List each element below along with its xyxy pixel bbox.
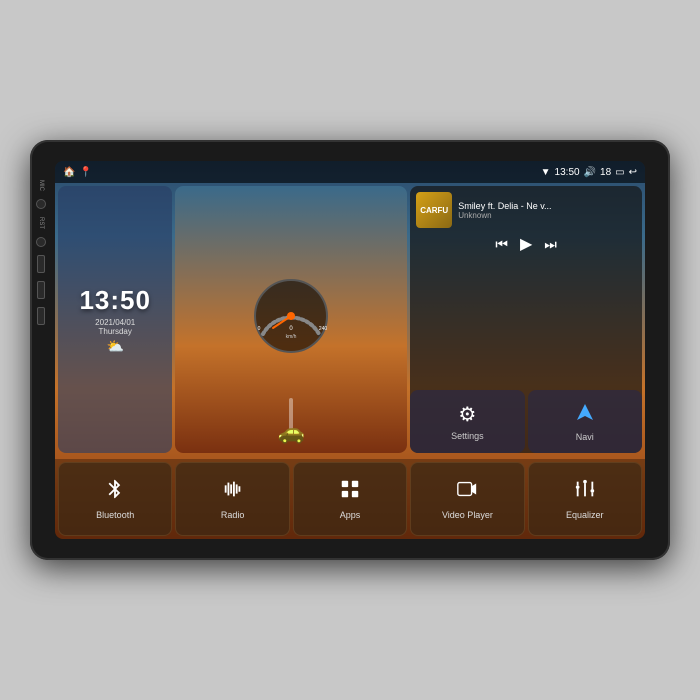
video-label: Video Player bbox=[442, 510, 493, 520]
play-button[interactable]: ▶ bbox=[520, 234, 532, 254]
back-icon: ↩ bbox=[629, 167, 637, 178]
video-button[interactable]: Video Player bbox=[410, 462, 524, 536]
vol-up-button[interactable] bbox=[37, 307, 45, 325]
equalizer-button[interactable]: Equalizer bbox=[528, 462, 642, 536]
speedometer: 0 0 240 km/h bbox=[251, 276, 331, 356]
volume-icon: 🔊 bbox=[584, 167, 596, 178]
car-head-unit: MIC RST 🏠 📍 ▼ 13:50 🔊 18 ▭ ↩ bbox=[30, 140, 670, 560]
clock-time: 13:50 bbox=[79, 285, 151, 316]
radio-icon bbox=[222, 478, 244, 506]
svg-text:0: 0 bbox=[258, 326, 261, 332]
equalizer-icon bbox=[574, 478, 596, 506]
settings-label: Settings bbox=[451, 431, 484, 441]
location-icon: 📍 bbox=[79, 167, 91, 178]
bluetooth-icon bbox=[104, 478, 126, 506]
empty-spacer bbox=[58, 390, 407, 453]
music-artist: Unknown bbox=[458, 211, 636, 220]
radio-label: Radio bbox=[221, 510, 245, 520]
bluetooth-label: Bluetooth bbox=[96, 510, 134, 520]
svg-text:240: 240 bbox=[319, 326, 328, 332]
weather-icon: ⛅ bbox=[106, 338, 123, 355]
navi-widget[interactable]: Navi bbox=[528, 390, 642, 453]
vol-down-button[interactable] bbox=[37, 281, 45, 299]
wifi-icon: ▼ bbox=[541, 167, 551, 178]
status-volume: 18 bbox=[600, 167, 611, 178]
music-controls: ⏮ ▶ ⏭ bbox=[416, 234, 636, 254]
rst-label: RST bbox=[38, 217, 44, 229]
home-button[interactable] bbox=[36, 237, 46, 247]
status-time: 13:50 bbox=[555, 167, 580, 178]
battery-icon: ▭ bbox=[615, 167, 624, 178]
power-button[interactable] bbox=[36, 199, 46, 209]
navi-icon bbox=[575, 402, 595, 428]
apps-icon bbox=[339, 478, 361, 506]
back-button[interactable] bbox=[37, 255, 45, 273]
mic-label: MIC bbox=[38, 180, 44, 191]
music-album-art: CARFU bbox=[416, 192, 452, 228]
bluetooth-button[interactable]: Bluetooth bbox=[58, 462, 172, 536]
prev-button[interactable]: ⏮ bbox=[495, 236, 508, 253]
clock-date: 2021/04/01 Thursday bbox=[95, 318, 135, 336]
video-icon bbox=[456, 478, 478, 506]
settings-widget[interactable]: ⚙ Settings bbox=[410, 390, 524, 453]
app-bar: Bluetooth Radio bbox=[55, 459, 645, 539]
status-left: 🏠 📍 bbox=[63, 167, 92, 178]
svg-text:km/h: km/h bbox=[286, 334, 297, 340]
music-top: CARFU Smiley ft. Delia - Ne v... Unknown bbox=[416, 192, 636, 228]
apps-label: Apps bbox=[340, 510, 361, 520]
next-button[interactable]: ⏭ bbox=[544, 236, 557, 253]
status-right: ▼ 13:50 🔊 18 ▭ ↩ bbox=[541, 167, 637, 178]
settings-row: ⚙ Settings Navi bbox=[55, 387, 645, 453]
status-bar: 🏠 📍 ▼ 13:50 🔊 18 ▭ ↩ bbox=[55, 161, 645, 183]
music-title: Smiley ft. Delia - Ne v... bbox=[458, 201, 636, 211]
music-info: Smiley ft. Delia - Ne v... Unknown bbox=[458, 201, 636, 220]
equalizer-label: Equalizer bbox=[566, 510, 604, 520]
settings-icon: ⚙ bbox=[458, 402, 476, 427]
home-icon: 🏠 bbox=[63, 167, 75, 178]
apps-button[interactable]: Apps bbox=[293, 462, 407, 536]
screen: 🏠 📍 ▼ 13:50 🔊 18 ▭ ↩ 13:50 2021/04/01 Th… bbox=[55, 161, 645, 539]
side-controls: MIC RST bbox=[36, 180, 46, 325]
navi-label: Navi bbox=[576, 432, 594, 442]
radio-button[interactable]: Radio bbox=[175, 462, 289, 536]
